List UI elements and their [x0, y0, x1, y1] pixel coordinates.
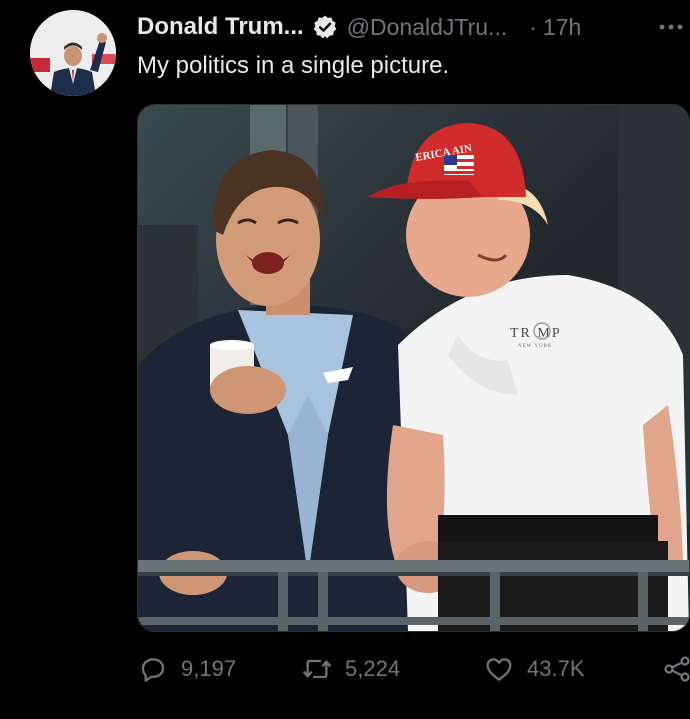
like-button[interactable]: 43.7K — [483, 646, 585, 692]
reply-icon — [141, 658, 165, 682]
retweet-button[interactable]: 5,224 — [301, 646, 400, 692]
author-name[interactable]: Donald Trum... — [137, 13, 304, 41]
share-icon — [664, 656, 690, 682]
photo-illustration: ERICA AIN TR MP NEW YORK — [138, 105, 689, 631]
author-avatar[interactable] — [30, 10, 116, 96]
verified-badge-icon — [313, 15, 337, 39]
retweet-count: 5,224 — [345, 656, 401, 681]
retweet-icon — [302, 659, 332, 679]
reply-count: 9,197 — [181, 656, 237, 681]
tweet-actions: 9,197 5,224 43.7K — [137, 646, 690, 692]
shirt-logo: TR MP — [510, 326, 562, 341]
author-handle[interactable]: @DonaldJTru... — [347, 14, 508, 41]
avatar-image — [30, 10, 116, 96]
separator-dot: · — [529, 13, 537, 40]
like-icon — [486, 658, 512, 681]
shirt-logo-sub: NEW YORK — [518, 344, 553, 349]
tweet-header: Donald Trum... @DonaldJTru... · 17h — [137, 12, 690, 42]
tweet-timestamp[interactable]: 17h — [543, 14, 581, 41]
share-button[interactable] — [661, 646, 690, 692]
like-count: 43.7K — [527, 656, 585, 681]
reply-button[interactable]: 9,197 — [137, 646, 236, 692]
more-icon[interactable] — [656, 12, 686, 42]
tweet-photo[interactable]: ERICA AIN TR MP NEW YORK — [137, 104, 690, 632]
tweet-text: My politics in a single picture. — [137, 52, 450, 79]
